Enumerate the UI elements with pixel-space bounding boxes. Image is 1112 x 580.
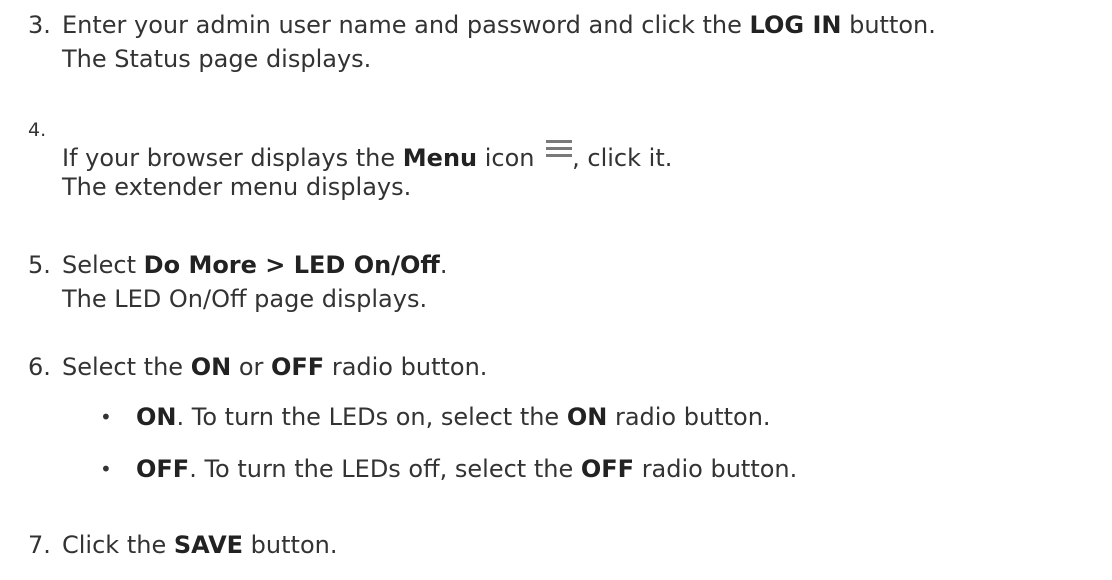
step-5-result: The LED On/Off page displays. xyxy=(62,285,428,313)
step-number: 7. xyxy=(28,531,51,559)
step-number: 6. xyxy=(28,353,51,381)
bullet-icon: • xyxy=(100,405,112,429)
menu-label: Menu xyxy=(402,144,478,172)
step-3-result: The Status page displays. xyxy=(62,45,372,73)
step-3-instruction: Enter your admin user name and password … xyxy=(62,11,936,39)
bullet-off-text: OFF. To turn the LEDs off, select the OF… xyxy=(136,455,798,483)
step-4-result: The extender menu displays. xyxy=(62,173,412,201)
step-6-instruction: Select the ON or OFF radio button. xyxy=(62,353,488,381)
step-number: 3. xyxy=(28,11,51,39)
step-number: 4. xyxy=(28,119,47,141)
step-7-instruction: Click the SAVE button. xyxy=(62,531,338,559)
bullet-on-text: ON. To turn the LEDs on, select the ON r… xyxy=(136,403,771,431)
log-in-button-label: LOG IN xyxy=(749,11,842,39)
menu-icon xyxy=(546,138,573,160)
step-number: 5. xyxy=(28,251,51,279)
save-button-label: SAVE xyxy=(173,531,244,559)
do-more-led-path: Do More > LED On/Off xyxy=(143,251,440,279)
bullet-icon: • xyxy=(100,457,112,481)
step-5-instruction: Select Do More > LED On/Off. xyxy=(62,251,448,279)
